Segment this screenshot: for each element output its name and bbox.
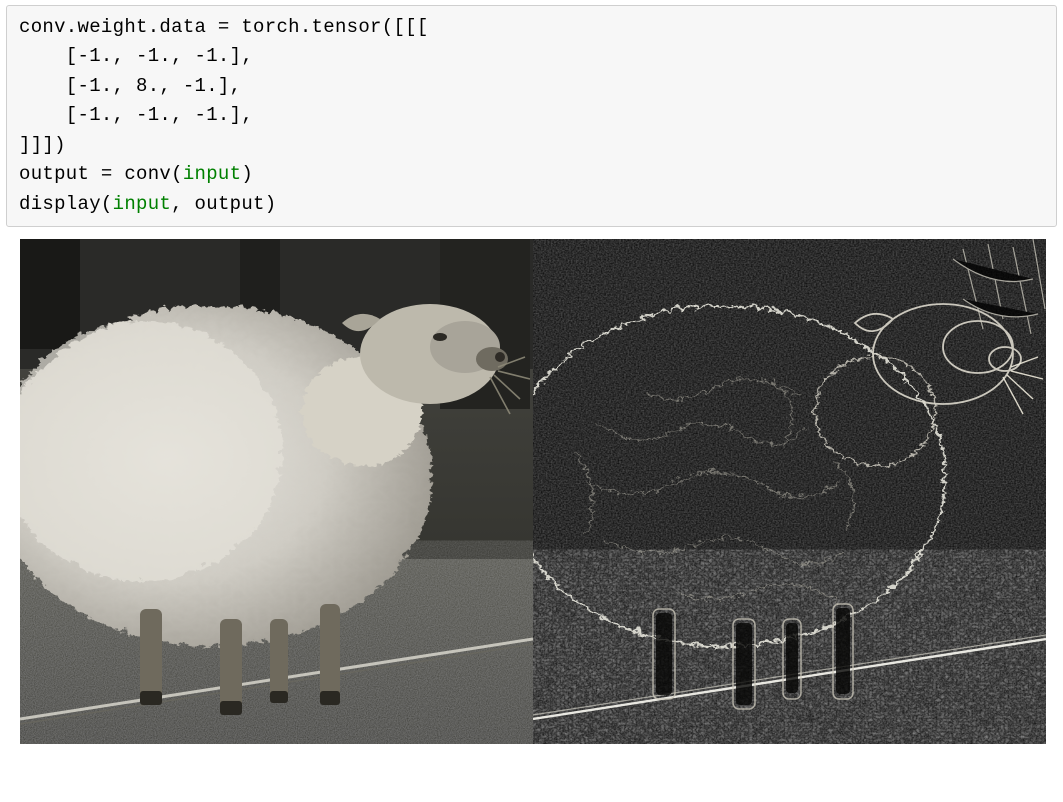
code-cell: conv.weight.data = torch.tensor([[[ [-1.… — [6, 5, 1057, 227]
code-text: display(input, output) — [19, 193, 276, 215]
code-text: [-1., -1., -1.], — [19, 104, 253, 126]
output-image — [533, 239, 1046, 744]
code-text: ]]]) — [19, 134, 66, 156]
code-line-1: conv.weight.data = torch.tensor([[[ — [19, 13, 1044, 42]
builtin-input: input — [113, 193, 172, 215]
code-line-3: [-1., 8., -1.], — [19, 72, 1044, 101]
code-line-5: ]]]) — [19, 131, 1044, 160]
code-line-2: [-1., -1., -1.], — [19, 42, 1044, 71]
code-text: [-1., -1., -1.], — [19, 45, 253, 67]
code-line-4: [-1., -1., -1.], — [19, 101, 1044, 130]
input-image — [20, 239, 533, 744]
code-line-6: output = conv(input) — [19, 160, 1044, 189]
code-text: [-1., 8., -1.], — [19, 75, 241, 97]
output-image-pair — [20, 239, 1046, 744]
builtin-input: input — [183, 163, 242, 185]
code-line-7: display(input, output) — [19, 190, 1044, 219]
code-text: conv.weight.data = torch.tensor([[[ — [19, 16, 429, 38]
code-text: output = conv(input) — [19, 163, 253, 185]
